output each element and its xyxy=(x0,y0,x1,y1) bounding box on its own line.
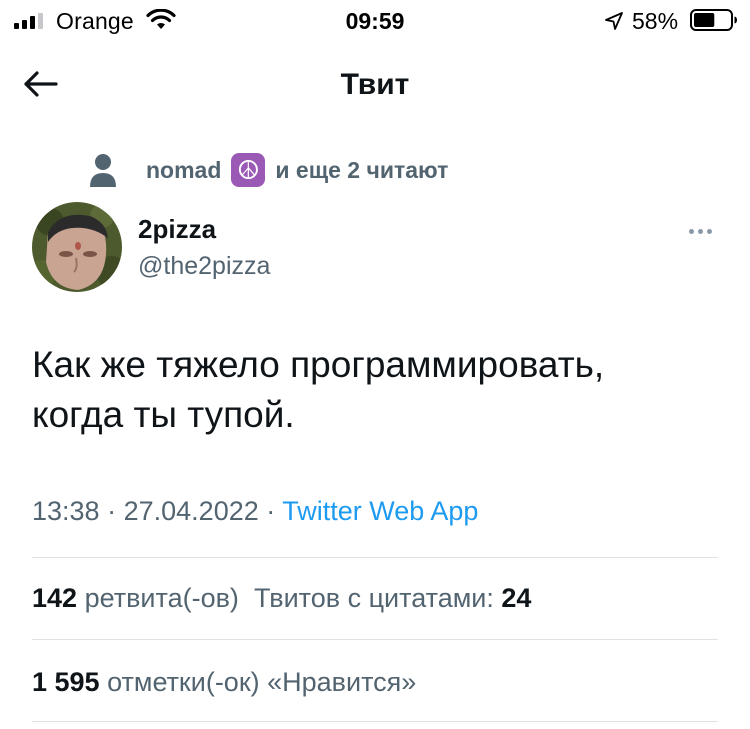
nav-bar: Твит xyxy=(0,44,750,124)
battery-percent: 58% xyxy=(632,8,679,34)
tweet-meta: 13:38 · 27.04.2022 · Twitter Web App xyxy=(32,496,478,527)
battery-icon xyxy=(690,9,737,31)
user-handle[interactable]: @the2pizza xyxy=(138,252,270,281)
retweets-label: ретвита(-ов) xyxy=(84,583,239,613)
likes-stats-row: 1 595 отметки(-ок) «Нравится» xyxy=(32,667,416,698)
social-context[interactable]: nomad ☮ и еще 2 читают xyxy=(88,152,448,188)
social-context-text: и еще 2 читают xyxy=(275,156,449,183)
separator: · xyxy=(107,496,117,526)
tweet-text: Как же тяжело программировать, когда ты … xyxy=(32,340,722,440)
retweet-stats-row: 142 ретвита(-ов) Твитов с цитатами: 24 xyxy=(32,583,531,614)
display-name[interactable]: 2pizza xyxy=(138,214,216,245)
tweet-time: 13:38 xyxy=(32,496,100,526)
more-options-button[interactable] xyxy=(680,220,720,242)
separator: · xyxy=(266,496,276,526)
peace-emoji: ☮ xyxy=(231,153,266,187)
quotes-link[interactable]: Твитов с цитатами: 24 xyxy=(254,583,531,613)
tweet-date: 27.04.2022 xyxy=(123,496,259,526)
tweet-text-line: когда ты тупой. xyxy=(32,394,295,435)
location-arrow-icon xyxy=(605,12,623,30)
more-dot-icon xyxy=(688,228,694,234)
tweet-text-line: Как же тяжело программировать, xyxy=(32,344,605,385)
retweets-count: 142 xyxy=(32,583,78,613)
page-title: Твит xyxy=(340,68,410,101)
follower-name: nomad xyxy=(146,156,222,183)
divider xyxy=(32,639,718,640)
tweet-source-link[interactable]: Twitter Web App xyxy=(282,496,478,526)
status-bar: Orange 09:59 58% xyxy=(0,0,750,44)
quotes-count: 24 xyxy=(501,583,532,613)
avatar[interactable] xyxy=(32,202,122,292)
person-icon xyxy=(90,154,116,187)
retweets-link[interactable]: 142 ретвита(-ов) xyxy=(32,583,239,613)
divider xyxy=(32,721,718,722)
more-dot-icon xyxy=(706,228,712,234)
quotes-label: Твитов с цитатами: xyxy=(253,583,494,613)
more-dot-icon xyxy=(697,228,703,234)
divider xyxy=(32,557,718,558)
likes-count: 1 595 xyxy=(32,667,100,697)
likes-label: отметки(-ок) «Нравится» xyxy=(107,667,417,697)
likes-link[interactable]: 1 595 отметки(-ок) «Нравится» xyxy=(32,667,416,697)
